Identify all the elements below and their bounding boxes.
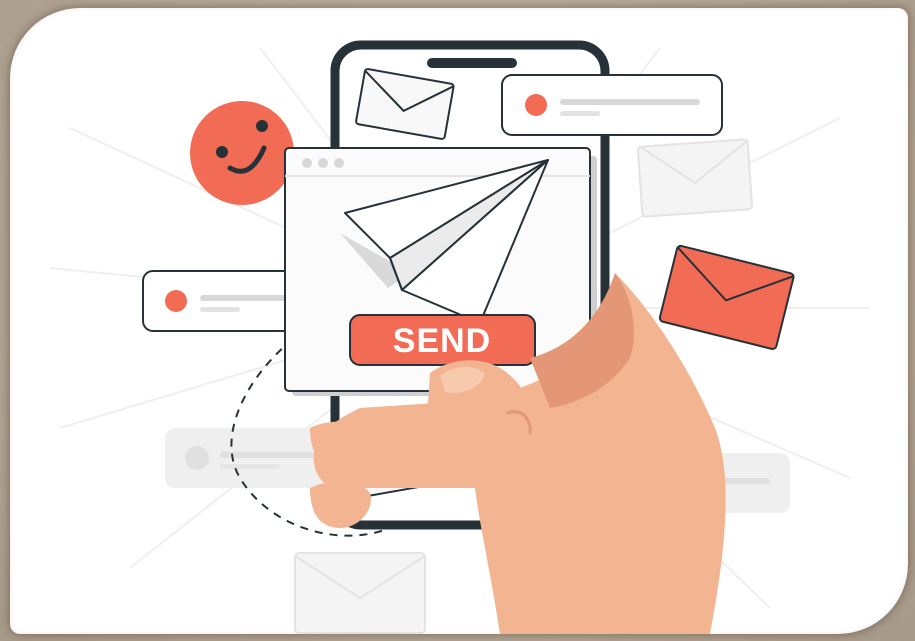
illustration-card: SEND <box>10 8 908 634</box>
window-dot-icon <box>334 158 344 168</box>
notification-dot-icon <box>525 94 547 116</box>
notification-card-left <box>142 270 304 332</box>
red-envelope-icon <box>658 244 795 350</box>
photo-frame: SEND <box>0 0 915 641</box>
window-dot-icon <box>318 158 328 168</box>
faded-envelope-bottom-icon <box>294 552 426 634</box>
notification-card-top <box>501 74 723 136</box>
faded-envelope-icon <box>636 138 754 218</box>
phone-speaker <box>427 58 517 68</box>
smiley-face-icon <box>190 101 294 205</box>
notification-dot-icon <box>165 290 187 312</box>
send-button-label: SEND <box>393 322 491 360</box>
window-dot-icon <box>302 158 312 168</box>
send-email-illustration: SEND <box>49 40 870 634</box>
send-button[interactable]: SEND <box>349 314 536 366</box>
